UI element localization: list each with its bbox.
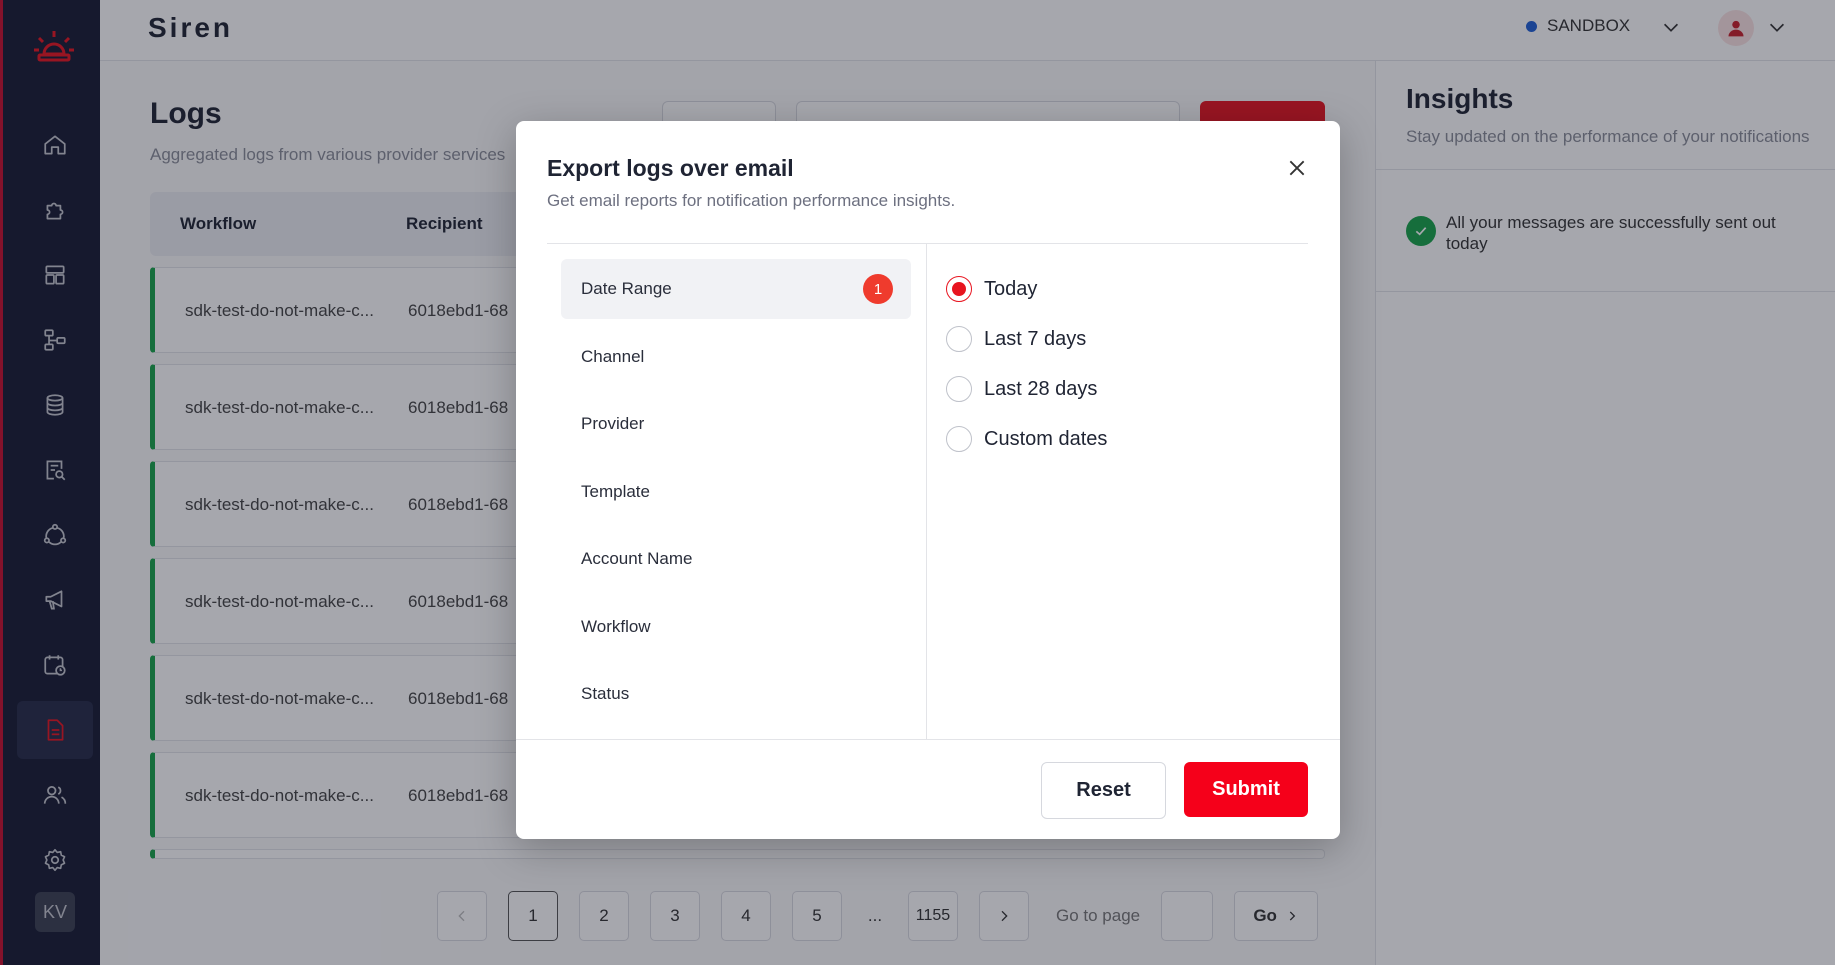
- filter-category-channel[interactable]: Channel: [561, 327, 911, 387]
- filter-category-status[interactable]: Status: [561, 664, 911, 724]
- divider: [516, 739, 1340, 740]
- filter-category-account-name[interactable]: Account Name: [561, 529, 911, 589]
- filter-category-provider[interactable]: Provider: [561, 394, 911, 454]
- date-option-today[interactable]: Today: [946, 274, 1037, 304]
- category-label: Status: [581, 684, 630, 703]
- modal-subtitle: Get email reports for notification perfo…: [547, 191, 956, 210]
- submit-button[interactable]: Submit: [1184, 762, 1308, 817]
- radio-unselected[interactable]: [946, 426, 972, 452]
- selection-count-badge: 1: [863, 274, 893, 304]
- date-option-last-7-days[interactable]: Last 7 days: [946, 324, 1086, 354]
- radio-selected[interactable]: [946, 276, 972, 302]
- close-icon[interactable]: [1282, 153, 1312, 183]
- radio-unselected[interactable]: [946, 326, 972, 352]
- filter-category-workflow[interactable]: Workflow: [561, 597, 911, 657]
- category-label: Provider: [581, 414, 645, 433]
- filter-category-template[interactable]: Template: [561, 462, 911, 522]
- option-label: Custom dates: [984, 427, 1108, 450]
- category-label: Template: [581, 482, 650, 501]
- date-option-custom-dates[interactable]: Custom dates: [946, 424, 1107, 454]
- date-option-last-28-days[interactable]: Last 28 days: [946, 374, 1097, 404]
- divider: [547, 243, 1308, 244]
- option-label: Today: [984, 277, 1038, 300]
- modal-title: Export logs over email: [547, 155, 794, 181]
- divider: [926, 243, 927, 739]
- category-label: Date Range: [581, 279, 672, 298]
- filter-category-date-range[interactable]: Date Range 1: [561, 259, 911, 319]
- category-label: Account Name: [581, 549, 693, 568]
- option-label: Last 28 days: [984, 377, 1098, 400]
- option-label: Last 7 days: [984, 327, 1087, 350]
- export-logs-modal: Export logs over email Get email reports…: [516, 121, 1340, 839]
- category-label: Channel: [581, 347, 645, 366]
- category-label: Workflow: [581, 617, 651, 636]
- radio-unselected[interactable]: [946, 376, 972, 402]
- reset-button[interactable]: Reset: [1041, 762, 1166, 819]
